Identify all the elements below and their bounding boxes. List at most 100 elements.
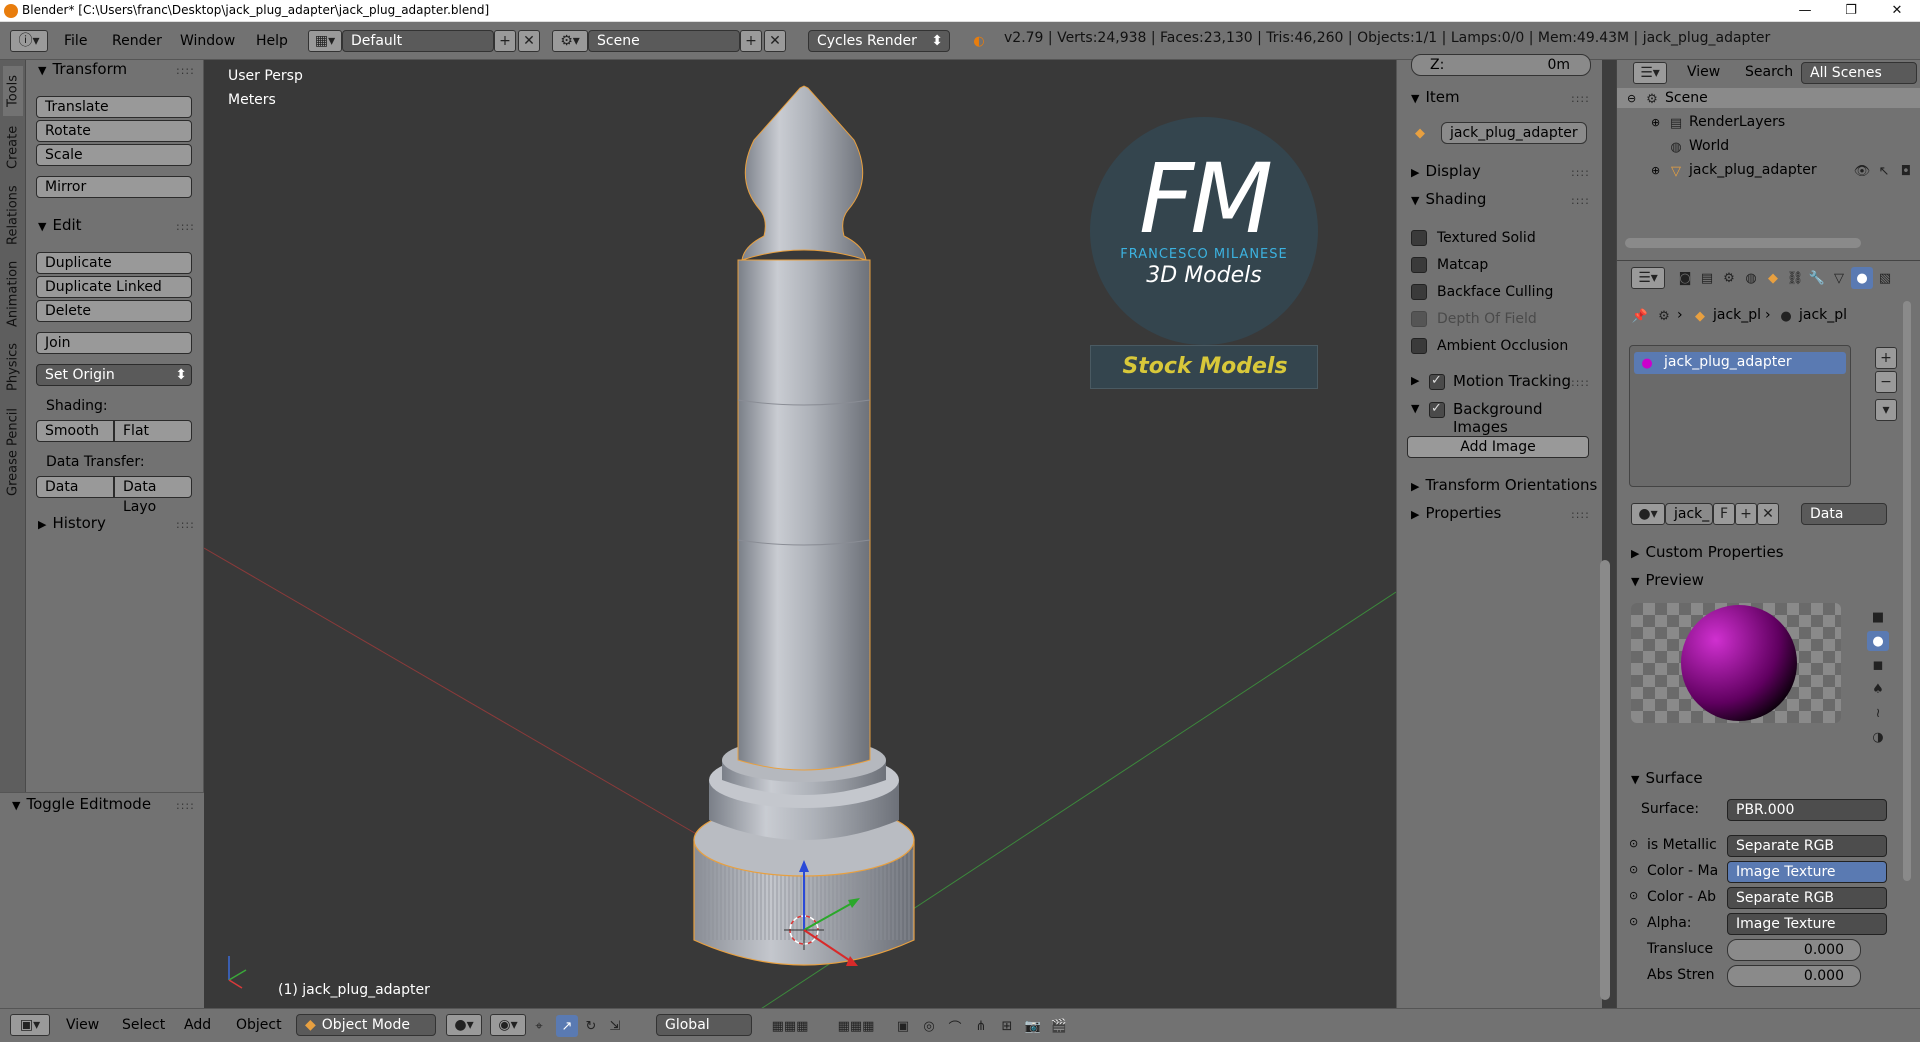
lock-layers-icon[interactable]: ▣ — [892, 1015, 914, 1037]
tab-grease-pencil[interactable]: Grease Pencil — [3, 400, 23, 504]
data-tab-icon[interactable]: ▽ — [1829, 269, 1849, 287]
alpha-select[interactable]: Image Texture — [1727, 913, 1887, 935]
layer-buttons-icon[interactable]: ▦▦▦ — [826, 1015, 886, 1037]
z-location-field[interactable]: Z: 0m — [1411, 54, 1591, 76]
minimize-button[interactable]: — — [1782, 0, 1828, 22]
transform-panel-header[interactable]: ▼ Transform — [38, 60, 127, 78]
object-name-field[interactable]: jack_plug_adapter — [1441, 122, 1587, 144]
outliner-scrollbar[interactable] — [1625, 238, 1861, 248]
background-images-checkbox[interactable] — [1429, 401, 1445, 418]
remove-slot-button[interactable]: − — [1875, 371, 1897, 393]
edit-panel-header[interactable]: ▼ Edit — [38, 216, 82, 234]
scene-field[interactable]: Scene — [588, 30, 740, 52]
drag-handle-icon[interactable]: :::: — [1571, 508, 1590, 521]
maximize-button[interactable]: ❐ — [1828, 0, 1874, 22]
tab-relations[interactable]: Relations — [3, 178, 23, 252]
duplicate-linked-button[interactable]: Duplicate Linked — [36, 276, 192, 298]
material-tab-icon[interactable]: ● — [1851, 267, 1873, 289]
expand-icon[interactable]: ⊕ — [1651, 164, 1660, 177]
properties-panel-header[interactable]: ▶ Properties — [1411, 504, 1501, 522]
display-panel-header[interactable]: ▶ Display — [1411, 162, 1481, 180]
outliner-item-scene[interactable]: Scene — [1665, 90, 1708, 106]
preview-sphere-icon[interactable]: ● — [1867, 631, 1889, 651]
opengl-render-icon[interactable]: 📷 — [1022, 1015, 1044, 1037]
mode-select[interactable]: ◆ Object Mode — [296, 1014, 436, 1036]
preview-cube-icon[interactable]: ◼ — [1867, 655, 1889, 675]
surface-header[interactable]: ▼ Surface — [1631, 769, 1703, 787]
browse-material-icon[interactable]: ●▾ — [1631, 503, 1665, 525]
scene-icon[interactable]: ⚙▾ — [552, 30, 588, 52]
snap-toggle-icon[interactable]: ⋔ — [970, 1015, 992, 1037]
editor-type-3d-icon[interactable]: ▣▾ — [10, 1014, 50, 1036]
remove-layout-button[interactable]: ✕ — [518, 30, 540, 52]
matcap-checkbox[interactable] — [1411, 257, 1427, 273]
layer-buttons-icon[interactable]: ▦▦▦ — [760, 1015, 820, 1037]
link-socket-icon[interactable]: ⊙ — [1629, 863, 1638, 876]
menu-object[interactable]: Object — [236, 1017, 282, 1033]
set-origin-dropdown[interactable]: Set Origin ⬍ — [36, 364, 192, 386]
transform-orientations-header[interactable]: ▶ Transform Orientations — [1411, 476, 1597, 494]
drag-handle-icon[interactable]: :::: — [176, 220, 195, 233]
screen-layout-icon[interactable]: ▦▾ — [308, 30, 342, 52]
add-slot-button[interactable]: + — [1875, 347, 1897, 369]
close-button[interactable]: ✕ — [1874, 0, 1920, 22]
opengl-animation-icon[interactable]: 🎬 — [1048, 1015, 1070, 1037]
preview-sky-icon[interactable]: ◑ — [1867, 727, 1889, 747]
viewport-shading-icon[interactable]: ●▾ — [446, 1014, 482, 1036]
duplicate-button[interactable]: Duplicate — [36, 252, 192, 274]
editor-type-info-icon[interactable]: ⓘ▾ — [10, 30, 48, 52]
history-panel-header[interactable]: ▶ History — [38, 514, 106, 532]
remove-scene-button[interactable]: ✕ — [764, 30, 786, 52]
collapse-icon[interactable]: ⊖ — [1627, 92, 1636, 105]
scale-button[interactable]: Scale — [36, 144, 192, 166]
tab-tools[interactable]: Tools — [3, 66, 23, 116]
manipulator-toggle-icon[interactable]: ⌖ — [528, 1015, 550, 1037]
link-socket-icon[interactable]: ⊙ — [1629, 915, 1638, 928]
drag-handle-icon[interactable]: :::: — [1571, 194, 1590, 207]
drag-handle-icon[interactable]: :::: — [176, 799, 195, 812]
texture-tab-icon[interactable]: ▧ — [1875, 269, 1895, 287]
material-name-field[interactable]: jack_ — [1665, 503, 1713, 525]
transform-orientation-select[interactable]: Global — [656, 1014, 752, 1036]
jack-plug-adapter-mesh[interactable] — [693, 85, 915, 966]
material-slot-list[interactable]: ● jack_plug_adapter — [1629, 345, 1851, 487]
drag-handle-icon[interactable]: :::: — [176, 64, 195, 77]
item-panel-header[interactable]: ▼ Item — [1411, 88, 1460, 106]
link-socket-icon[interactable]: ⊙ — [1629, 837, 1638, 850]
outliner-item-jack-plug-adapter[interactable]: jack_plug_adapter — [1689, 162, 1817, 178]
expand-triangle-icon[interactable]: ▶ — [1411, 374, 1419, 387]
n-panel-scrollbar[interactable] — [1600, 560, 1610, 1000]
add-scene-button[interactable]: + — [740, 30, 762, 52]
outliner-editor-type-icon[interactable]: ☰▾ — [1633, 62, 1667, 84]
menu-window[interactable]: Window — [180, 30, 235, 52]
properties-scrollbar[interactable] — [1903, 301, 1911, 881]
preview-monkey-icon[interactable]: ♠ — [1867, 679, 1889, 699]
color-ma-select[interactable]: Image Texture — [1727, 861, 1887, 883]
outliner-search-menu[interactable]: Search — [1745, 64, 1793, 80]
menu-select[interactable]: Select — [122, 1017, 165, 1033]
menu-add[interactable]: Add — [184, 1017, 211, 1033]
selectable-cursor-icon[interactable]: ↖ — [1875, 162, 1893, 180]
shade-flat-button[interactable]: Flat — [114, 420, 192, 442]
rotate-manipulator-icon[interactable]: ↻ — [580, 1015, 602, 1037]
scene-tab-icon[interactable]: ⚙ — [1719, 269, 1739, 287]
new-material-button[interactable]: + — [1735, 503, 1757, 525]
breadcrumb-object[interactable]: jack_pl — [1713, 307, 1761, 323]
object-tab-icon[interactable]: ◆ — [1763, 269, 1783, 287]
add-image-button[interactable]: Add Image — [1407, 436, 1589, 458]
render-engine-select[interactable]: Cycles Render ⬍ — [808, 30, 950, 52]
render-layers-tab-icon[interactable]: ▤ — [1697, 269, 1717, 287]
backface-culling-checkbox[interactable] — [1411, 284, 1427, 300]
render-tab-icon[interactable]: ◙ — [1675, 269, 1695, 287]
outliner-item-renderlayers[interactable]: RenderLayers — [1689, 114, 1785, 130]
shading-panel-header[interactable]: ▼ Shading — [1411, 190, 1486, 208]
custom-properties-header[interactable]: ▶ Custom Properties — [1631, 543, 1784, 561]
motion-tracking-checkbox[interactable] — [1429, 373, 1445, 390]
drag-handle-icon[interactable]: :::: — [176, 518, 195, 531]
data-transfer-button[interactable]: Data — [36, 476, 114, 498]
drag-handle-icon[interactable]: :::: — [1571, 376, 1590, 389]
shade-smooth-button[interactable]: Smooth — [36, 420, 114, 442]
surface-shader-select[interactable]: PBR.000 — [1727, 799, 1887, 821]
preview-header[interactable]: ▼ Preview — [1631, 571, 1704, 589]
menu-view[interactable]: View — [66, 1017, 99, 1033]
